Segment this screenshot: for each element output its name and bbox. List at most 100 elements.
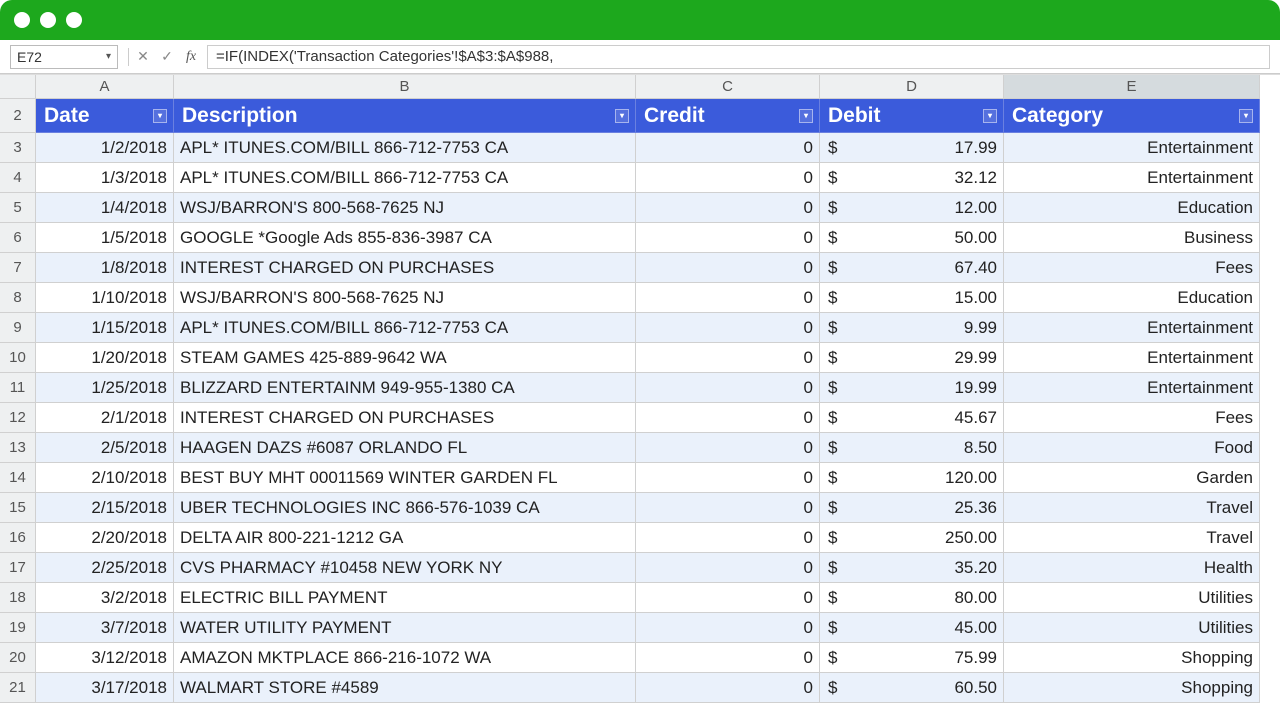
- cell-category[interactable]: Garden: [1004, 463, 1260, 493]
- header-description[interactable]: Description▾: [174, 99, 636, 133]
- accept-formula-icon[interactable]: ✓: [157, 48, 177, 65]
- filter-dropdown-icon[interactable]: ▾: [1239, 109, 1253, 123]
- cell-credit[interactable]: 0: [636, 493, 820, 523]
- cell-category[interactable]: Education: [1004, 193, 1260, 223]
- header-credit[interactable]: Credit▾: [636, 99, 820, 133]
- cell-debit[interactable]: $8.50: [820, 433, 1004, 463]
- cell-debit[interactable]: $250.00: [820, 523, 1004, 553]
- window-minimize-button[interactable]: [40, 12, 56, 28]
- cell-credit[interactable]: 0: [636, 673, 820, 703]
- cell-description[interactable]: APL* ITUNES.COM/BILL 866-712-7753 CA: [174, 133, 636, 163]
- cell-category[interactable]: Fees: [1004, 403, 1260, 433]
- cell-description[interactable]: WATER UTILITY PAYMENT: [174, 613, 636, 643]
- spreadsheet-grid[interactable]: ABCDE2Date▾Description▾Credit▾Debit▾Cate…: [0, 74, 1280, 703]
- row-header-17[interactable]: 17: [0, 553, 36, 583]
- cell-date[interactable]: 1/15/2018: [36, 313, 174, 343]
- cell-category[interactable]: Education: [1004, 283, 1260, 313]
- cell-debit[interactable]: $120.00: [820, 463, 1004, 493]
- cell-debit[interactable]: $9.99: [820, 313, 1004, 343]
- name-box[interactable]: E72 ▾: [10, 45, 118, 69]
- cell-date[interactable]: 1/5/2018: [36, 223, 174, 253]
- cell-date[interactable]: 2/20/2018: [36, 523, 174, 553]
- select-all-corner[interactable]: [0, 75, 36, 99]
- column-header-E[interactable]: E: [1004, 75, 1260, 99]
- cell-credit[interactable]: 0: [636, 583, 820, 613]
- window-maximize-button[interactable]: [66, 12, 82, 28]
- filter-dropdown-icon[interactable]: ▾: [983, 109, 997, 123]
- header-date[interactable]: Date▾: [36, 99, 174, 133]
- cell-date[interactable]: 2/1/2018: [36, 403, 174, 433]
- header-category[interactable]: Category▾: [1004, 99, 1260, 133]
- cell-category[interactable]: Shopping: [1004, 673, 1260, 703]
- cell-credit[interactable]: 0: [636, 463, 820, 493]
- cell-credit[interactable]: 0: [636, 343, 820, 373]
- cell-date[interactable]: 1/20/2018: [36, 343, 174, 373]
- cell-debit[interactable]: $19.99: [820, 373, 1004, 403]
- cell-debit[interactable]: $17.99: [820, 133, 1004, 163]
- cell-category[interactable]: Business: [1004, 223, 1260, 253]
- row-header-4[interactable]: 4: [0, 163, 36, 193]
- cell-debit[interactable]: $32.12: [820, 163, 1004, 193]
- cell-debit[interactable]: $45.67: [820, 403, 1004, 433]
- cell-category[interactable]: Fees: [1004, 253, 1260, 283]
- filter-dropdown-icon[interactable]: ▾: [153, 109, 167, 123]
- row-header-10[interactable]: 10: [0, 343, 36, 373]
- cell-description[interactable]: DELTA AIR 800-221-1212 GA: [174, 523, 636, 553]
- row-header-6[interactable]: 6: [0, 223, 36, 253]
- cell-date[interactable]: 3/12/2018: [36, 643, 174, 673]
- row-header-18[interactable]: 18: [0, 583, 36, 613]
- cell-date[interactable]: 3/7/2018: [36, 613, 174, 643]
- cell-credit[interactable]: 0: [636, 613, 820, 643]
- cell-credit[interactable]: 0: [636, 433, 820, 463]
- row-header-13[interactable]: 13: [0, 433, 36, 463]
- cell-debit[interactable]: $67.40: [820, 253, 1004, 283]
- row-header-9[interactable]: 9: [0, 313, 36, 343]
- cell-debit[interactable]: $80.00: [820, 583, 1004, 613]
- cell-category[interactable]: Travel: [1004, 493, 1260, 523]
- cell-category[interactable]: Utilities: [1004, 613, 1260, 643]
- cell-description[interactable]: AMAZON MKTPLACE 866-216-1072 WA: [174, 643, 636, 673]
- cell-description[interactable]: APL* ITUNES.COM/BILL 866-712-7753 CA: [174, 313, 636, 343]
- cell-debit[interactable]: $12.00: [820, 193, 1004, 223]
- row-header-15[interactable]: 15: [0, 493, 36, 523]
- cell-credit[interactable]: 0: [636, 373, 820, 403]
- filter-dropdown-icon[interactable]: ▾: [799, 109, 813, 123]
- cell-description[interactable]: CVS PHARMACY #10458 NEW YORK NY: [174, 553, 636, 583]
- cell-debit[interactable]: $25.36: [820, 493, 1004, 523]
- row-header-14[interactable]: 14: [0, 463, 36, 493]
- row-header-3[interactable]: 3: [0, 133, 36, 163]
- chevron-down-icon[interactable]: ▾: [106, 51, 111, 62]
- cell-debit[interactable]: $29.99: [820, 343, 1004, 373]
- window-close-button[interactable]: [14, 12, 30, 28]
- cell-credit[interactable]: 0: [636, 253, 820, 283]
- cell-date[interactable]: 3/17/2018: [36, 673, 174, 703]
- cell-category[interactable]: Shopping: [1004, 643, 1260, 673]
- row-header-7[interactable]: 7: [0, 253, 36, 283]
- cell-date[interactable]: 2/5/2018: [36, 433, 174, 463]
- row-header-21[interactable]: 21: [0, 673, 36, 703]
- header-debit[interactable]: Debit▾: [820, 99, 1004, 133]
- cell-debit[interactable]: $45.00: [820, 613, 1004, 643]
- cell-category[interactable]: Food: [1004, 433, 1260, 463]
- fx-icon[interactable]: fx: [181, 49, 201, 65]
- cell-credit[interactable]: 0: [636, 223, 820, 253]
- cell-description[interactable]: APL* ITUNES.COM/BILL 866-712-7753 CA: [174, 163, 636, 193]
- row-header-20[interactable]: 20: [0, 643, 36, 673]
- cell-date[interactable]: 1/8/2018: [36, 253, 174, 283]
- cell-description[interactable]: STEAM GAMES 425-889-9642 WA: [174, 343, 636, 373]
- cell-description[interactable]: ELECTRIC BILL PAYMENT: [174, 583, 636, 613]
- cell-date[interactable]: 1/10/2018: [36, 283, 174, 313]
- cell-debit[interactable]: $60.50: [820, 673, 1004, 703]
- cell-credit[interactable]: 0: [636, 193, 820, 223]
- cell-description[interactable]: BLIZZARD ENTERTAINM 949-955-1380 CA: [174, 373, 636, 403]
- cell-category[interactable]: Health: [1004, 553, 1260, 583]
- column-header-A[interactable]: A: [36, 75, 174, 99]
- row-header-2[interactable]: 2: [0, 99, 36, 133]
- cell-description[interactable]: INTEREST CHARGED ON PURCHASES: [174, 253, 636, 283]
- cancel-formula-icon[interactable]: ✕: [133, 48, 153, 65]
- cell-date[interactable]: 1/2/2018: [36, 133, 174, 163]
- filter-dropdown-icon[interactable]: ▾: [615, 109, 629, 123]
- cell-description[interactable]: BEST BUY MHT 00011569 WINTER GARDEN FL: [174, 463, 636, 493]
- cell-date[interactable]: 2/15/2018: [36, 493, 174, 523]
- column-header-C[interactable]: C: [636, 75, 820, 99]
